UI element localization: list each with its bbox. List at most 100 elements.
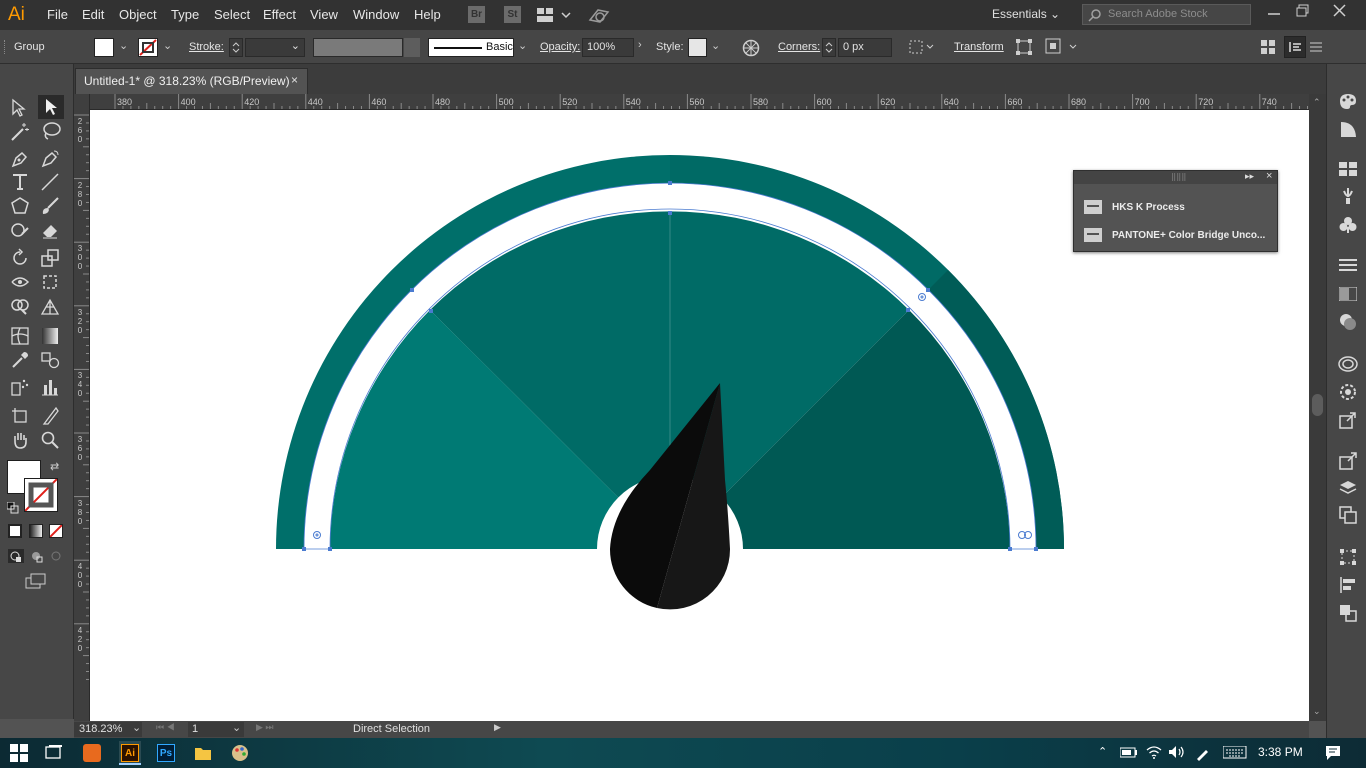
vertical-scroll-thumb[interactable] [1312, 394, 1323, 416]
pen-ink-icon[interactable] [1195, 745, 1211, 761]
artboards-icon[interactable] [1338, 505, 1358, 525]
control-menu-icon[interactable] [1309, 39, 1323, 53]
stroke-weight-field[interactable]: ⌄ [245, 38, 305, 57]
first-artboard-icon[interactable]: ⏮ ◀ [156, 722, 175, 733]
shape-builder-tool[interactable] [10, 296, 30, 316]
show-hidden-icons-icon[interactable]: ⌃ [1098, 745, 1107, 758]
isolate-group-icon[interactable] [1045, 38, 1079, 56]
close-panel-icon[interactable]: × [1266, 170, 1272, 182]
slice-tool[interactable] [40, 406, 60, 426]
draw-normal-icon[interactable] [8, 549, 24, 563]
opacity-label[interactable]: Opacity: [540, 41, 580, 53]
fill-swatch[interactable] [94, 38, 114, 57]
windows-start-icon[interactable] [10, 744, 28, 762]
stroke-dropdown-icon[interactable]: ⌄ [163, 39, 172, 52]
swatches-icon[interactable] [1338, 159, 1358, 179]
menu-help[interactable]: Help [414, 7, 441, 22]
scroll-up-icon[interactable]: ⌃ [1313, 97, 1321, 108]
close-document-icon[interactable]: × [291, 73, 298, 87]
panel-grip[interactable]: ⣿⣿⣿ [1171, 173, 1186, 181]
graphic-styles-icon[interactable] [1338, 382, 1358, 402]
transform-icon[interactable] [1015, 38, 1033, 56]
symbol-sprayer-tool[interactable] [10, 377, 30, 397]
selection-tool[interactable] [8, 98, 28, 118]
paint-app-icon[interactable] [231, 744, 249, 762]
menu-file[interactable]: File [47, 7, 68, 22]
type-tool[interactable] [10, 172, 30, 192]
panel-header[interactable]: ⣿⣿⣿ ▸▸ × [1074, 170, 1277, 184]
direct-selection-tool[interactable] [38, 95, 64, 119]
style-dropdown-icon[interactable]: ⌄ [711, 39, 720, 52]
default-fill-stroke-icon[interactable] [7, 502, 19, 514]
eraser-tool[interactable] [40, 220, 60, 240]
corners-stepper[interactable] [822, 38, 836, 57]
stroke-label[interactable]: Stroke: [189, 41, 224, 53]
place-export-icon[interactable] [1338, 451, 1358, 471]
blend-tool[interactable] [40, 350, 60, 370]
draw-inside-icon[interactable] [49, 549, 65, 563]
opacity-field[interactable]: 100% [582, 38, 634, 57]
stroke-panel-icon[interactable] [1338, 255, 1358, 275]
transform-link[interactable]: Transform [954, 41, 1004, 53]
symbols-icon[interactable] [1338, 215, 1358, 235]
color-guide-icon[interactable] [1338, 119, 1358, 139]
export-asset-icon[interactable] [1338, 410, 1358, 430]
illustrator-taskbar-button[interactable]: Ai [119, 741, 141, 765]
minimize-icon[interactable] [1268, 4, 1280, 18]
gradient-panel-icon[interactable] [1338, 284, 1358, 304]
appearance-icon[interactable] [1338, 354, 1358, 374]
swatch-library-item[interactable]: PANTONE+ Color Bridge Unco... [1084, 225, 1265, 245]
magic-wand-tool[interactable] [10, 122, 30, 142]
vertical-scrollbar[interactable]: ⌃ ⌄ [1309, 94, 1326, 721]
vertical-ruler[interactable]: 260 280 300 320 340 360 380 400 420 [74, 94, 90, 721]
bridge-button[interactable]: Br [468, 6, 485, 23]
screen-mode-icon[interactable] [24, 572, 48, 590]
brushes-icon[interactable] [1338, 186, 1358, 206]
battery-icon[interactable] [1120, 747, 1138, 758]
recolor-artwork-icon[interactable] [742, 39, 760, 57]
gradient-tool[interactable] [40, 326, 60, 346]
task-view-icon[interactable] [45, 744, 63, 762]
fill-color-front[interactable] [7, 460, 41, 478]
graphic-style-swatch[interactable] [688, 38, 707, 57]
wifi-icon[interactable] [1146, 745, 1162, 759]
photoshop-taskbar-icon[interactable]: Ps [157, 744, 175, 762]
menu-object[interactable]: Object [119, 7, 157, 22]
search-stock-field[interactable]: Search Adobe Stock [1082, 4, 1251, 25]
taskbar-clock[interactable]: 3:38 PM [1258, 745, 1303, 759]
column-graph-tool[interactable] [40, 377, 60, 397]
scale-tool[interactable] [40, 248, 60, 268]
properties-toggle-icon[interactable] [1284, 36, 1306, 58]
curvature-tool[interactable] [40, 149, 60, 169]
stroke-color-box[interactable] [24, 478, 58, 512]
layers-icon[interactable] [1338, 478, 1358, 498]
horizontal-ruler[interactable]: 380 400 420 440 460 480 500 520 540 560 580 600 620 6… [90, 94, 1309, 110]
rotate-tool[interactable] [10, 248, 30, 268]
menu-select[interactable]: Select [214, 7, 250, 22]
arrange-panels-icon[interactable] [1261, 40, 1275, 54]
pen-tool[interactable] [10, 149, 30, 169]
scroll-down-icon[interactable]: ⌄ [1313, 706, 1321, 717]
swatch-library-item[interactable]: HKS K Process [1084, 197, 1185, 217]
eyedropper-tool[interactable] [10, 350, 30, 370]
volume-icon[interactable] [1168, 745, 1186, 759]
color-mode-icon[interactable] [8, 524, 22, 538]
workspace-switcher[interactable]: Essentials ⌄ [992, 7, 1060, 21]
opacity-arrow-icon[interactable]: › [638, 39, 642, 51]
transparency-icon[interactable] [1338, 312, 1358, 332]
close-window-icon[interactable] [1333, 4, 1346, 17]
menu-window[interactable]: Window [353, 7, 399, 22]
restore-icon[interactable] [1296, 4, 1310, 18]
transform-panel-icon[interactable] [1338, 547, 1358, 567]
zoom-dropdown-icon[interactable]: ⌄ [132, 721, 141, 734]
collapse-panel-icon[interactable]: ▸▸ [1245, 171, 1254, 182]
document-tab[interactable]: Untitled-1* @ 318.23% (RGB/Preview) × [75, 68, 308, 94]
artboard-dropdown-icon[interactable]: ⌄ [232, 721, 241, 734]
none-mode-icon[interactable] [49, 524, 63, 538]
polygon-tool[interactable] [10, 196, 30, 216]
gpu-performance-icon[interactable] [588, 6, 610, 24]
zoom-tool[interactable] [40, 430, 60, 450]
brush-definition[interactable]: Basic [428, 38, 514, 57]
perspective-grid-tool[interactable] [40, 296, 60, 316]
artboard-tool[interactable] [10, 406, 30, 426]
